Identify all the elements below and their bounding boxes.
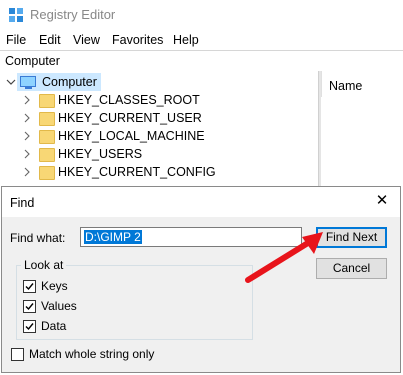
computer-icon-stand — [25, 87, 32, 89]
window-title: Registry Editor — [30, 7, 116, 22]
tree-item-label: HKEY_LOCAL_MACHINE — [58, 129, 205, 143]
chevron-down-icon[interactable] — [6, 76, 16, 88]
keys-label: Keys — [41, 279, 68, 293]
find-dialog: Find ✕ Find what: D:\GIMP 2 Find Next Ca… — [1, 186, 401, 373]
tree-item-hkey-users[interactable]: HKEY_USERS — [0, 145, 318, 163]
dialog-title-bar: Find ✕ — [2, 187, 400, 217]
data-label: Data — [41, 319, 67, 333]
values-list-header: Name — [321, 71, 403, 97]
column-separator — [321, 71, 322, 97]
folder-icon — [39, 148, 55, 162]
find-what-value: D:\GIMP 2 — [84, 230, 142, 244]
look-at-group: Look at Keys Values Data — [16, 258, 253, 340]
tree-item-hkey-current-user[interactable]: HKEY_CURRENT_USER — [0, 109, 318, 127]
chevron-right-icon[interactable] — [22, 94, 32, 106]
keys-checkbox[interactable] — [23, 280, 36, 293]
match-whole-string-label: Match whole string only — [29, 347, 155, 361]
folder-icon — [39, 130, 55, 144]
column-header-name[interactable]: Name — [329, 79, 362, 93]
chevron-right-icon[interactable] — [22, 166, 32, 178]
menu-edit[interactable]: Edit — [39, 33, 61, 47]
tree-item-computer[interactable]: Computer — [0, 73, 318, 91]
registry-tree: Computer HKEY_CLASSES_ROOT HKEY_CURRENT_… — [0, 71, 318, 191]
dialog-title: Find — [10, 196, 35, 210]
checkmark-icon — [25, 283, 34, 291]
look-at-label: Look at — [21, 258, 67, 272]
data-checkbox[interactable] — [23, 320, 36, 333]
tree-item-label: HKEY_CURRENT_USER — [58, 111, 202, 125]
menu-help[interactable]: Help — [173, 33, 199, 47]
title-bar: Registry Editor — [0, 0, 403, 30]
tree-item-hkey-current-config[interactable]: HKEY_CURRENT_CONFIG — [0, 163, 318, 181]
tree-item-label: Computer — [42, 75, 97, 89]
menu-bar: File Edit View Favorites Help — [0, 30, 403, 50]
computer-icon — [20, 76, 36, 87]
menu-favorites[interactable]: Favorites — [112, 33, 163, 47]
tree-item-label: HKEY_USERS — [58, 147, 143, 161]
find-what-label: Find what: — [10, 231, 66, 245]
checkmark-icon — [25, 303, 34, 311]
menu-file[interactable]: File — [6, 33, 26, 47]
values-label: Values — [41, 299, 77, 313]
menu-view[interactable]: View — [73, 33, 100, 47]
folder-icon — [39, 166, 55, 180]
chevron-right-icon[interactable] — [22, 112, 32, 124]
close-icon[interactable]: ✕ — [374, 193, 390, 209]
tree-item-label: HKEY_CLASSES_ROOT — [58, 93, 200, 107]
tree-item-hkey-local-machine[interactable]: HKEY_LOCAL_MACHINE — [0, 127, 318, 145]
values-checkbox[interactable] — [23, 300, 36, 313]
registry-editor-icon — [9, 8, 23, 22]
annotation-arrow — [245, 232, 323, 283]
chevron-right-icon[interactable] — [22, 130, 32, 142]
folder-icon — [39, 94, 55, 108]
tree-item-label: HKEY_CURRENT_CONFIG — [58, 165, 216, 179]
checkmark-icon — [25, 323, 34, 331]
folder-icon — [39, 112, 55, 126]
chevron-right-icon[interactable] — [22, 148, 32, 160]
match-whole-string-checkbox[interactable] — [11, 348, 24, 361]
address-bar[interactable]: Computer — [0, 50, 403, 72]
tree-item-hkey-classes-root[interactable]: HKEY_CLASSES_ROOT — [0, 91, 318, 109]
address-text: Computer — [5, 54, 60, 68]
